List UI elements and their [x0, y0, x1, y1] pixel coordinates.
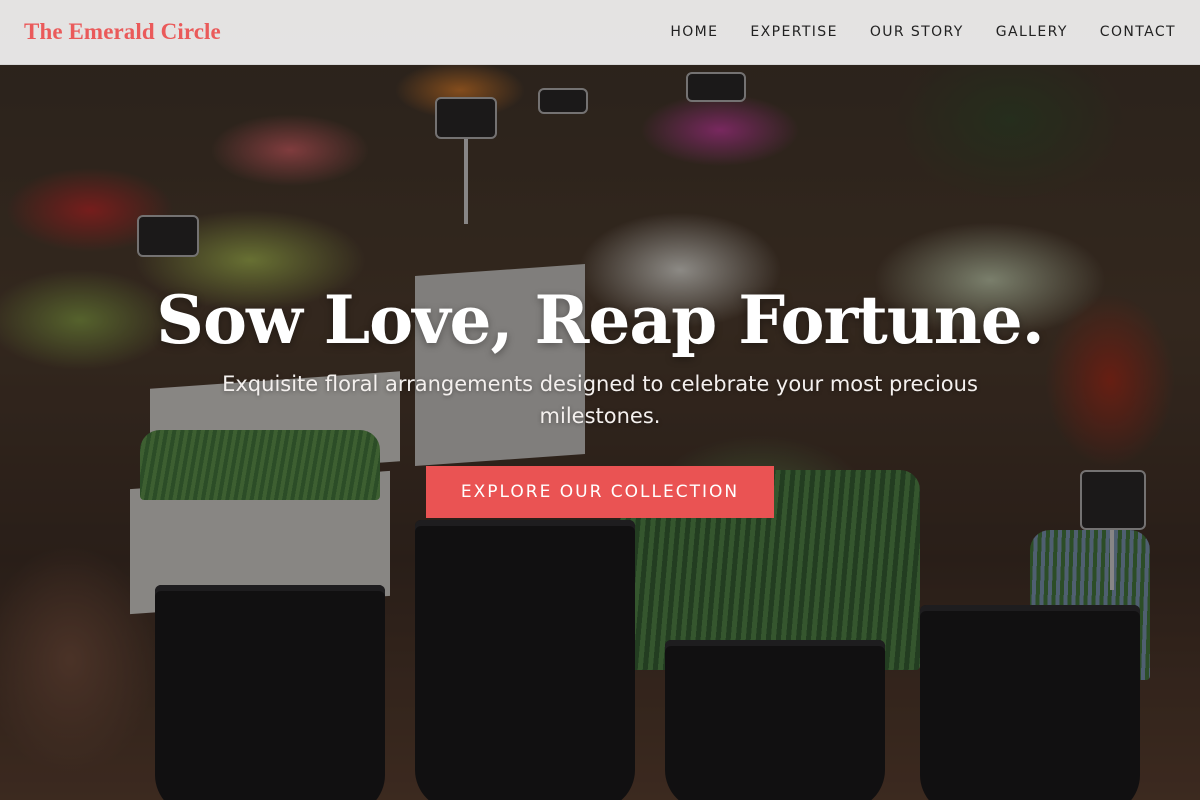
hero-subtitle: Exquisite floral arrangements designed t…: [222, 372, 978, 428]
nav-expertise-link[interactable]: EXPERTISE: [750, 24, 837, 40]
site-header: The Emerald Circle HOME EXPERTISE OUR ST…: [0, 0, 1200, 65]
hero-content: Sow Love, Reap Fortune. Exquisite floral…: [0, 280, 1200, 518]
brand-logo[interactable]: The Emerald Circle: [24, 19, 221, 45]
nav-gallery-link[interactable]: GALLERY: [996, 24, 1068, 40]
explore-collection-button[interactable]: EXPLORE OUR COLLECTION: [426, 466, 774, 518]
nav-contact-link[interactable]: CONTACT: [1100, 24, 1176, 40]
nav-our-story-link[interactable]: OUR STORY: [870, 24, 964, 40]
main-nav: HOME EXPERTISE OUR STORY GALLERY CONTACT: [670, 24, 1176, 40]
hero-headline: Sow Love, Reap Fortune.: [156, 281, 1044, 359]
nav-home-link[interactable]: HOME: [670, 24, 718, 40]
